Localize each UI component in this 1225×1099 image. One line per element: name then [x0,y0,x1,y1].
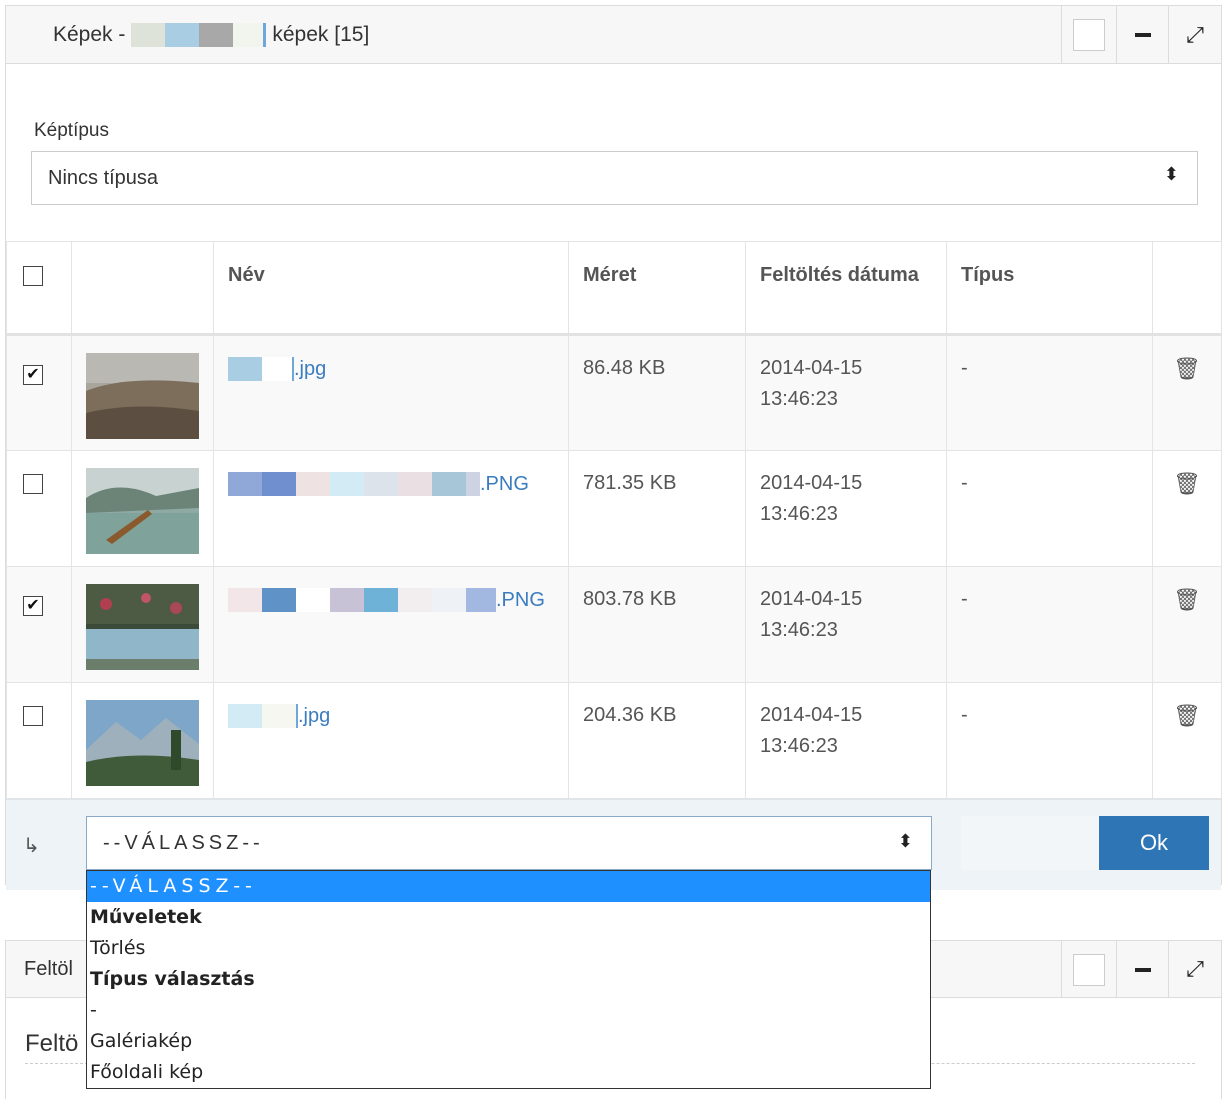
upload-time: 13:46:23 [760,388,838,410]
file-extension: .PNG [480,472,529,495]
dropdown-group-operations: Műveletek [90,906,202,928]
dropdown-group-type-selection: Típus választás [90,968,255,990]
table-row: .jpg 204.36 KB 2014-04-15 13:46:23 - 🗑 [6,682,1222,799]
square-icon [1073,953,1105,986]
name-header[interactable]: Név [213,241,569,336]
file-name-link[interactable]: .PNG [228,468,554,500]
dropdown-option-choose[interactable]: --VÁLASSZ-- [87,871,930,902]
image-type-label: Képtípus [34,120,109,141]
images-table: Név Méret Feltöltés dátuma Típus ✔ .jpg … [6,241,1222,799]
bulk-action-select[interactable]: --VÁLASSZ-- ⬍ [86,816,932,870]
expand-button[interactable]: ⤢ [1168,941,1221,998]
table-row: ✔ .jpg 86.48 KB 2014-04-15 13:46:23 - 🗑 [6,334,1222,451]
file-type: - [946,566,1153,683]
file-type: - [946,682,1153,799]
row-checkbox[interactable]: ✔ [23,365,43,385]
upload-section-title: Feltö [25,1030,79,1057]
image-thumbnail[interactable] [86,353,199,439]
dropdown-option-delete[interactable]: Törlés [87,933,930,964]
upload-panel-title: Feltöl [24,958,73,980]
thumb-header [71,241,214,336]
file-size: 803.78 KB [568,566,746,683]
minimize-button[interactable] [1116,6,1168,64]
dropdown-option-main-page-image[interactable]: Főoldali kép [87,1057,930,1088]
select-arrows-icon: ⬍ [897,831,913,851]
table-row: .PNG 781.35 KB 2014-04-15 13:46:23 - 🗑 [6,450,1222,567]
image-type-select[interactable]: Nincs típusa ⬍ [31,151,1198,205]
expand-icon: ⤢ [1186,957,1204,982]
select-arrows-icon: ⬍ [1163,164,1179,184]
checkbox-button[interactable] [1061,6,1116,64]
panel-title: Képek - képek [15] [53,23,369,47]
minus-icon [1134,967,1151,972]
checkbox-button[interactable] [1061,941,1116,998]
image-thumbnail[interactable] [86,700,199,786]
spacer-box [961,816,1101,870]
file-extension: .jpg [294,357,327,380]
file-name-link[interactable]: .jpg [228,700,554,732]
upload-time: 13:46:23 [760,503,838,525]
upload-date: 2014-04-15 [760,357,863,379]
dropdown-option-no-type[interactable]: - [87,995,930,1026]
upload-date: 2014-04-15 [760,588,863,610]
minus-icon [1134,33,1151,37]
file-extension: .jpg [298,704,331,727]
file-type: - [946,334,1153,451]
redacted-title [131,23,267,47]
bulk-action-dropdown-list[interactable]: --VÁLASSZ-- Műveletek Törlés Típus válas… [86,870,931,1089]
upload-date: 2014-04-15 [760,704,863,726]
actions-header [1152,241,1222,336]
corner-arrow-icon: ↳ [23,835,40,857]
expand-icon: ⤢ [1186,22,1204,48]
image-thumbnail[interactable] [86,468,199,554]
table-row: ✔ .PNG 803.78 KB 2014-04-15 13:46:23 - 🗑 [6,566,1222,683]
trash-icon[interactable]: 🗑 [1152,334,1222,451]
upload-time: 13:46:23 [760,735,838,757]
file-name-link[interactable]: .PNG [228,584,554,616]
expand-button[interactable]: ⤢ [1168,6,1221,64]
row-checkbox[interactable] [23,706,43,726]
images-panel-header: Képek - képek [15] ⤢ [6,6,1221,64]
dropdown-option-gallery-image[interactable]: Galériakép [87,1026,930,1057]
file-size: 781.35 KB [568,450,746,567]
file-size: 204.36 KB [568,682,746,799]
image-thumbnail[interactable] [86,584,199,670]
panel-title-suffix: képek [15] [272,23,370,46]
trash-icon[interactable]: 🗑 [1152,682,1222,799]
file-name-link[interactable]: .jpg [228,353,554,385]
row-checkbox[interactable] [23,474,43,494]
upload-date: 2014-04-15 [760,472,863,494]
type-header[interactable]: Típus [946,241,1153,336]
trash-icon[interactable]: 🗑 [1152,566,1222,683]
select-all-checkbox[interactable] [23,266,43,286]
size-header[interactable]: Méret [568,241,746,336]
images-panel: Képek - képek [15] ⤢ Képtípus Nincs típu… [5,5,1222,890]
trash-icon[interactable]: 🗑 [1152,450,1222,567]
bulk-action-value: --VÁLASSZ-- [103,831,264,854]
image-type-value: Nincs típusa [48,166,159,189]
file-type: - [946,450,1153,567]
panel-title-prefix: Képek - [53,23,126,46]
minimize-button[interactable] [1116,941,1168,998]
file-size: 86.48 KB [568,334,746,451]
upload-time: 13:46:23 [760,619,838,641]
ok-button[interactable]: Ok [1099,816,1209,870]
file-extension: .PNG [496,588,545,611]
row-checkbox[interactable]: ✔ [23,596,43,616]
table-header-row: Név Méret Feltöltés dátuma Típus [6,241,1222,336]
square-icon [1073,19,1105,51]
date-header[interactable]: Feltöltés dátuma [745,241,947,336]
